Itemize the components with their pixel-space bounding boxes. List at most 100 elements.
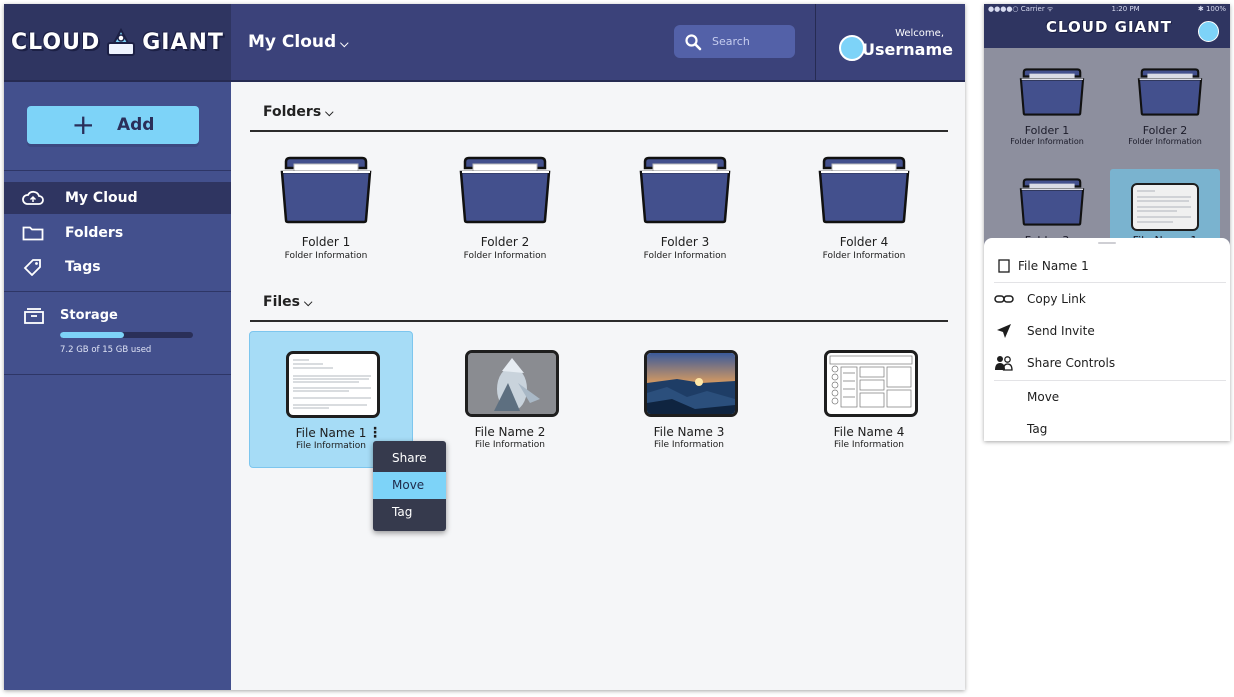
folder-name: Folder 2 [480, 235, 530, 249]
file-name: File Name 4 [833, 425, 905, 439]
sheet-item-tag[interactable]: Tag [984, 414, 1230, 441]
section-divider [250, 130, 948, 132]
storage-progress-bar [60, 332, 193, 338]
file-icon [994, 258, 1014, 274]
top-bar: My Cloud⌵ Welcome, Username [231, 4, 965, 82]
folder-info: Folder Information [822, 251, 906, 261]
carrier-text: ●●●●○ Carrier ᯤ [988, 5, 1054, 13]
sidebar: CLOUD GIANT + Add My Cloud Folders Tags … [4, 4, 231, 690]
search-icon [685, 33, 702, 50]
sheet-title-row: File Name 1 [984, 251, 1230, 281]
sheet-title: File Name 1 [1018, 259, 1089, 273]
sidebar-item-folders[interactable]: Folders [4, 217, 231, 249]
file-name: File Name 3 [653, 425, 725, 439]
sidebar-item-tags[interactable]: Tags [4, 251, 231, 283]
folder-icon [1019, 178, 1085, 226]
sheet-item-move[interactable]: Move [984, 382, 1230, 412]
welcome-text: Welcome, [895, 28, 944, 39]
storage-label: Storage [60, 308, 118, 323]
folder-name: Folder 4 [839, 235, 889, 249]
folder-icon [1019, 68, 1085, 116]
send-icon [994, 323, 1014, 339]
mobile-header: ●●●●○ Carrier ᯤ 1:20 PM ✱ 100% CLOUD GIA… [984, 4, 1230, 48]
image-thumbnail [465, 350, 559, 417]
folder-icon [818, 156, 910, 224]
folder-name: Folder 2 [1142, 124, 1188, 137]
menu-item-move[interactable]: Move [373, 472, 446, 499]
folder-info: Folder Information [1010, 137, 1084, 146]
folders-section-header[interactable]: Folders ⌵ [263, 104, 334, 120]
sheet-item-share-controls[interactable]: Share Controls [984, 348, 1230, 378]
sidebar-divider [4, 374, 231, 375]
status-time: 1:20 PM [1111, 5, 1140, 13]
cloud-icon [21, 188, 45, 208]
storage-panel[interactable]: Storage 7.2 GB of 15 GB used [4, 304, 231, 376]
folder-tile[interactable]: Folder 3 Folder Information [604, 156, 766, 291]
file-tile[interactable]: File Name 3 File Information [608, 331, 770, 466]
file-tile[interactable]: File Name 4 File Information [788, 331, 950, 466]
storage-progress-fill [60, 332, 124, 338]
folder-tile[interactable]: Folder 4 Folder Information [783, 156, 945, 291]
file-context-menu: Share Move Tag [373, 441, 446, 531]
folder-icon [639, 156, 731, 224]
storage-icon [24, 308, 44, 324]
chevron-down-icon: ⌵ [325, 106, 334, 119]
file-info: File Information [474, 440, 546, 450]
section-title: Files [263, 294, 300, 310]
folder-tile[interactable]: Folder 2 Folder Information [1110, 48, 1220, 146]
folder-tile[interactable]: Folder 1 Folder Information [992, 48, 1102, 146]
sheet-divider [994, 380, 1226, 381]
form-thumbnail [824, 350, 918, 417]
menu-item-share[interactable]: Share [373, 445, 446, 472]
location-title: My Cloud [248, 32, 337, 52]
sheet-drag-handle[interactable] [1098, 242, 1116, 244]
menu-item-tag[interactable]: Tag [373, 499, 446, 526]
file-info: File Information [653, 440, 725, 450]
files-section-header[interactable]: Files ⌵ [263, 294, 312, 310]
section-title: Folders [263, 104, 322, 120]
plus-icon: + [71, 108, 95, 141]
blank-icon [994, 421, 1014, 437]
sidebar-item-label: Tags [65, 259, 101, 275]
search-input[interactable] [710, 34, 794, 49]
file-info: File Information [833, 440, 905, 450]
chevron-down-icon: ⌵ [340, 37, 349, 50]
mobile-app-screen: ●●●●○ Carrier ᯤ 1:20 PM ✱ 100% CLOUD GIA… [984, 4, 1230, 441]
mobile-app-logo[interactable]: CLOUD GIANT [1046, 18, 1172, 36]
sidebar-item-label: My Cloud [65, 190, 138, 206]
file-name: File Name 2 [474, 425, 546, 439]
folder-info: Folder Information [643, 251, 727, 261]
folder-info: Folder Information [1128, 137, 1202, 146]
app-logo[interactable]: CLOUD GIANT [11, 25, 224, 59]
file-actions-sheet: File Name 1 Copy Link Send Invite Share … [984, 238, 1230, 441]
link-icon [994, 291, 1014, 307]
search-box[interactable] [674, 25, 795, 58]
desktop-app-window: CLOUD GIANT + Add My Cloud Folders Tags … [4, 4, 965, 690]
folder-info: Folder Information [284, 251, 368, 261]
chevron-down-icon: ⌵ [304, 296, 313, 309]
file-tile[interactable]: File Name 2 File Information [429, 331, 591, 466]
blank-icon [994, 389, 1014, 405]
avatar[interactable] [1198, 21, 1219, 42]
folder-tile[interactable]: Folder 2 Folder Information [424, 156, 586, 291]
file-name: File Name 1 [295, 426, 367, 440]
add-button[interactable]: + Add [27, 106, 199, 144]
sheet-item-copy-link[interactable]: Copy Link [984, 284, 1230, 314]
sidebar-item-label: Folders [65, 225, 124, 241]
more-options-icon[interactable]: ⋮ [368, 425, 382, 441]
folder-tile[interactable]: Folder 3 [992, 158, 1102, 247]
document-thumbnail [286, 351, 380, 418]
logo-bar: CLOUD GIANT [4, 4, 231, 82]
folder-icon [21, 223, 45, 243]
sidebar-divider [4, 170, 231, 171]
username[interactable]: Username [862, 40, 953, 59]
folder-tile[interactable]: Folder 1 Folder Information [245, 156, 407, 291]
sidebar-item-my-cloud[interactable]: My Cloud [4, 182, 231, 214]
storage-used-text: 7.2 GB of 15 GB used [60, 345, 152, 355]
sheet-item-send-invite[interactable]: Send Invite [984, 316, 1230, 346]
folder-name: Folder 1 [301, 235, 351, 249]
folder-info: Folder Information [463, 251, 547, 261]
people-icon [994, 355, 1014, 371]
location-dropdown[interactable]: My Cloud ⌵ [248, 32, 349, 52]
logo-text-right: GIANT [142, 29, 224, 55]
